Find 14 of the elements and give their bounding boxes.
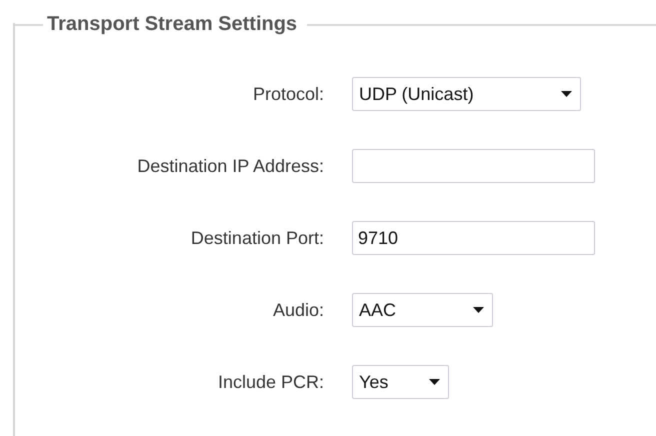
section-title: Transport Stream Settings — [46, 12, 298, 36]
field-label: Destination IP Address: — [136, 156, 324, 176]
dropdown[interactable]: AAC — [352, 293, 493, 327]
field-label: Audio: — [272, 300, 324, 320]
dropdown[interactable]: Yes — [352, 365, 449, 399]
caret-icon — [429, 379, 440, 385]
caret-icon — [561, 91, 572, 97]
dropdown[interactable]: UDP (Unicast) — [352, 77, 581, 111]
field-label: Protocol: — [252, 84, 324, 104]
field-label: Destination Port: — [190, 228, 324, 248]
caret-icon — [473, 307, 484, 313]
input-field[interactable]: 9710 — [352, 221, 595, 255]
field-label: Include PCR: — [216, 372, 324, 392]
input-field[interactable] — [352, 149, 595, 183]
